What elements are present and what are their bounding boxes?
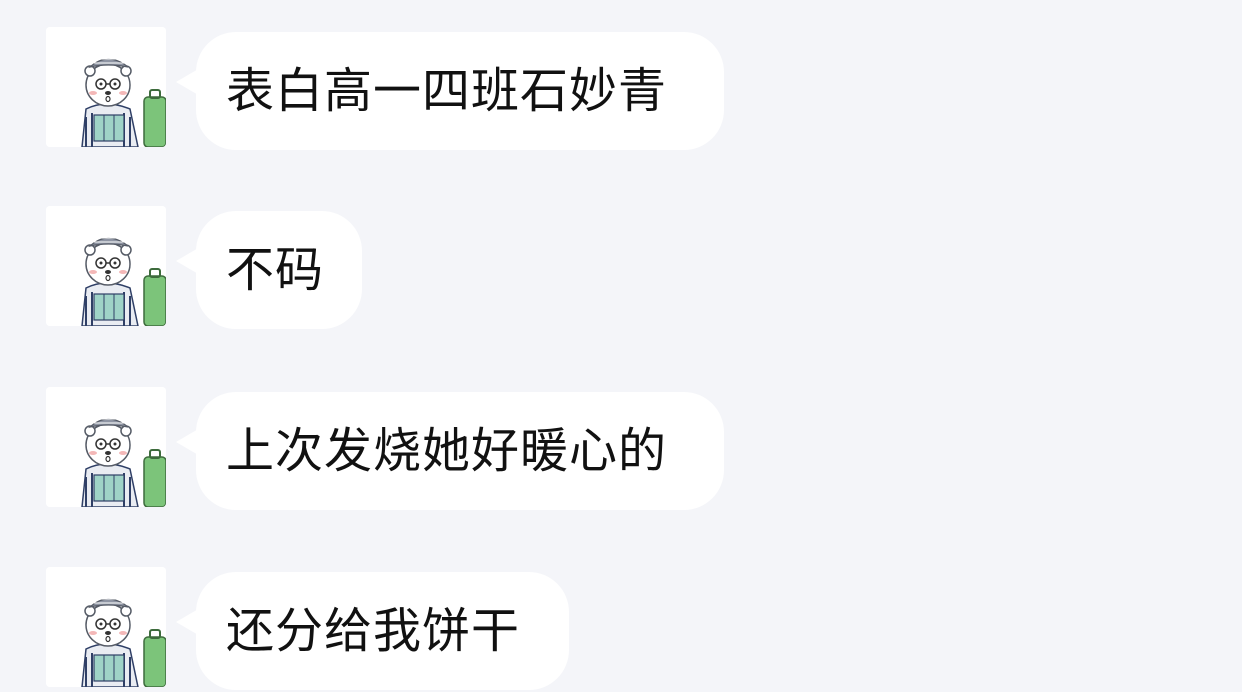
- polar-bear-avatar-icon: [46, 27, 166, 147]
- message-bubble[interactable]: 表白高一四班石妙青: [176, 32, 724, 150]
- chat-message-list: 表白高一四班石妙青 不码 上次发烧她好暖心的 还分给我饼干: [0, 0, 1242, 692]
- message-bubble[interactable]: 不码: [176, 211, 362, 329]
- message-text: 不码: [226, 242, 325, 298]
- message-bubble[interactable]: 还分给我饼干: [176, 572, 569, 690]
- polar-bear-avatar-icon: [46, 567, 166, 687]
- sender-avatar[interactable]: [46, 387, 166, 507]
- sender-avatar[interactable]: [46, 567, 166, 687]
- sender-avatar[interactable]: [46, 27, 166, 147]
- bubble-tail: [176, 428, 200, 456]
- message-text: 表白高一四班石妙青: [226, 63, 668, 119]
- message-text: 还分给我饼干: [226, 603, 521, 659]
- polar-bear-avatar-icon: [46, 387, 166, 507]
- message-bubble[interactable]: 上次发烧她好暖心的: [176, 392, 724, 510]
- polar-bear-avatar-icon: [46, 206, 166, 326]
- sender-avatar[interactable]: [46, 206, 166, 326]
- bubble-tail: [176, 247, 200, 275]
- bubble-tail: [176, 608, 200, 636]
- message-text: 上次发烧她好暖心的: [226, 423, 668, 479]
- bubble-tail: [176, 68, 200, 96]
